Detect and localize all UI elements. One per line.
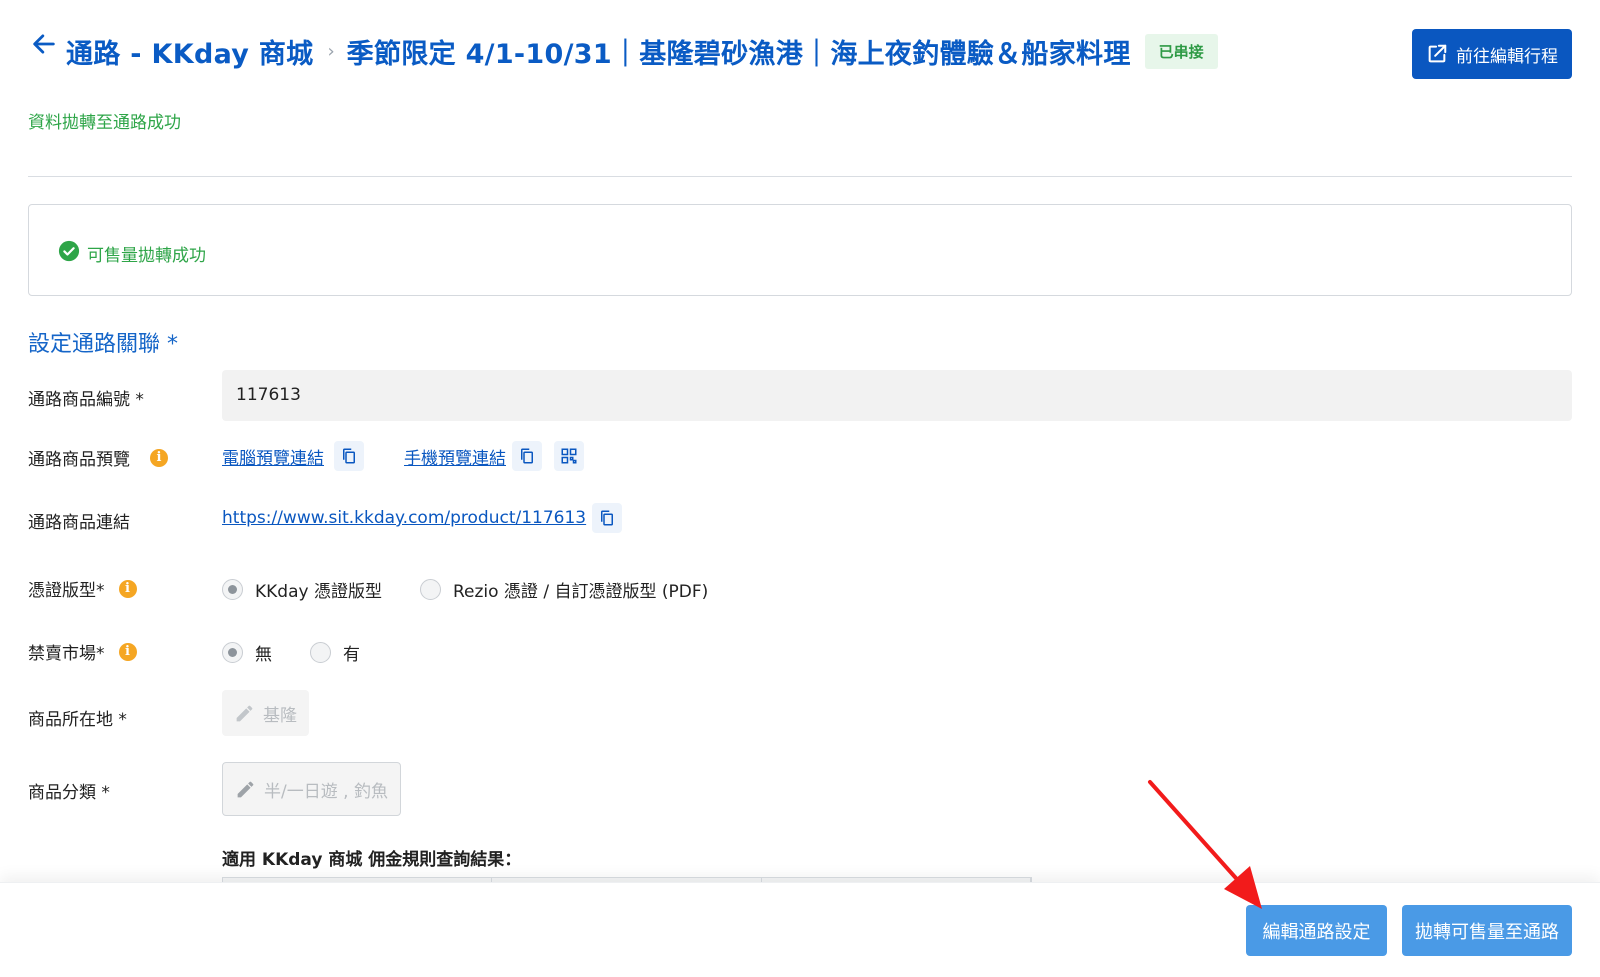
qr-code-icon[interactable] — [554, 441, 584, 471]
product-id-label: 通路商品編號 * — [28, 390, 144, 410]
alert-text: 可售量拋轉成功 — [87, 246, 206, 266]
sync-inventory-button[interactable]: 拋轉可售量至通路 — [1402, 905, 1572, 956]
annotation-arrow-icon — [1148, 780, 1262, 909]
pencil-icon — [237, 781, 254, 797]
copy-icon[interactable] — [512, 441, 542, 471]
sync-success-message: 資料拋轉至通路成功 — [28, 113, 181, 133]
desktop-preview-link[interactable]: 電腦預覽連結 — [222, 444, 324, 469]
category-value: 半/一日遊 , 釣魚 — [264, 781, 388, 802]
edit-trip-label: 前往編輯行程 — [1456, 46, 1558, 67]
edit-trip-button[interactable]: 前往編輯行程 — [1412, 29, 1572, 79]
chevron-right-icon: › — [327, 41, 335, 62]
section-title: 設定通路關聯 * — [28, 332, 178, 357]
page-header: 通路 - KKday 商城 › 季節限定 4/1-10/31｜基隆碧砂漁港｜海上… — [28, 24, 1572, 84]
check-circle-icon — [58, 240, 80, 262]
copy-icon[interactable] — [334, 441, 364, 471]
breadcrumb-channel[interactable]: 通路 - KKday 商城 — [66, 32, 313, 71]
divider — [28, 176, 1572, 177]
banned-market-yes-radio[interactable] — [310, 642, 331, 663]
product-id-field: 117613 — [222, 370, 1572, 421]
breadcrumb: 通路 - KKday 商城 › 季節限定 4/1-10/31｜基隆碧砂漁港｜海上… — [66, 32, 1218, 71]
info-icon[interactable]: i — [118, 579, 137, 598]
commission-title: 適用 KKday 商城 佣金規則查詢結果： — [222, 850, 522, 870]
product-link-label: 通路商品連結 — [28, 513, 130, 533]
status-badge: 已串接 — [1144, 34, 1218, 69]
copy-icon[interactable] — [592, 503, 623, 533]
edit-channel-settings-button[interactable]: 編輯通路設定 — [1246, 905, 1387, 956]
location-value: 基隆 — [263, 705, 297, 726]
banned-market-no-radio[interactable] — [222, 642, 243, 663]
product-link-row: https://www.sit.kkday.com/product/117613 — [222, 503, 623, 533]
voucher-type-radio-group: KKday 憑證版型 Rezio 憑證 / 自訂憑證版型 (PDF) — [222, 577, 708, 602]
info-icon[interactable]: i — [150, 448, 168, 467]
back-arrow-icon[interactable] — [30, 30, 58, 60]
page-title: 季節限定 4/1-10/31｜基隆碧砂漁港｜海上夜釣體驗＆船家料理 — [346, 39, 1131, 70]
success-alert: 可售量拋轉成功 — [28, 204, 1572, 296]
banned-market-yes-label[interactable]: 有 — [343, 640, 360, 665]
voucher-rezio-radio[interactable] — [419, 579, 441, 600]
info-icon[interactable]: i — [118, 642, 137, 661]
category-field[interactable]: 半/一日遊 , 釣魚 — [222, 762, 401, 816]
banned-market-label: 禁賣市場* i — [28, 639, 137, 664]
pencil-icon — [236, 705, 253, 721]
external-edit-icon — [1428, 44, 1447, 63]
voucher-type-label: 憑證版型* i — [28, 576, 137, 601]
product-url-link[interactable]: https://www.sit.kkday.com/product/117613 — [222, 508, 586, 528]
voucher-kkday-radio[interactable] — [222, 579, 243, 600]
banned-market-no-label[interactable]: 無 — [255, 640, 272, 665]
preview-links: 電腦預覽連結 手機預覽連結 — [222, 441, 584, 471]
category-label: 商品分類 * — [28, 783, 110, 803]
footer-action-bar: 編輯通路設定 拋轉可售量至通路 — [0, 882, 1600, 977]
mobile-preview-link[interactable]: 手機預覽連結 — [404, 444, 506, 469]
voucher-rezio-label[interactable]: Rezio 憑證 / 自訂憑證版型 (PDF) — [453, 577, 708, 602]
banned-market-radio-group: 無 有 — [222, 640, 360, 665]
preview-label: 通路商品預覽 i — [28, 445, 168, 470]
voucher-kkday-label[interactable]: KKday 憑證版型 — [255, 577, 382, 602]
location-label: 商品所在地 * — [28, 710, 127, 730]
location-field[interactable]: 基隆 — [222, 690, 309, 736]
